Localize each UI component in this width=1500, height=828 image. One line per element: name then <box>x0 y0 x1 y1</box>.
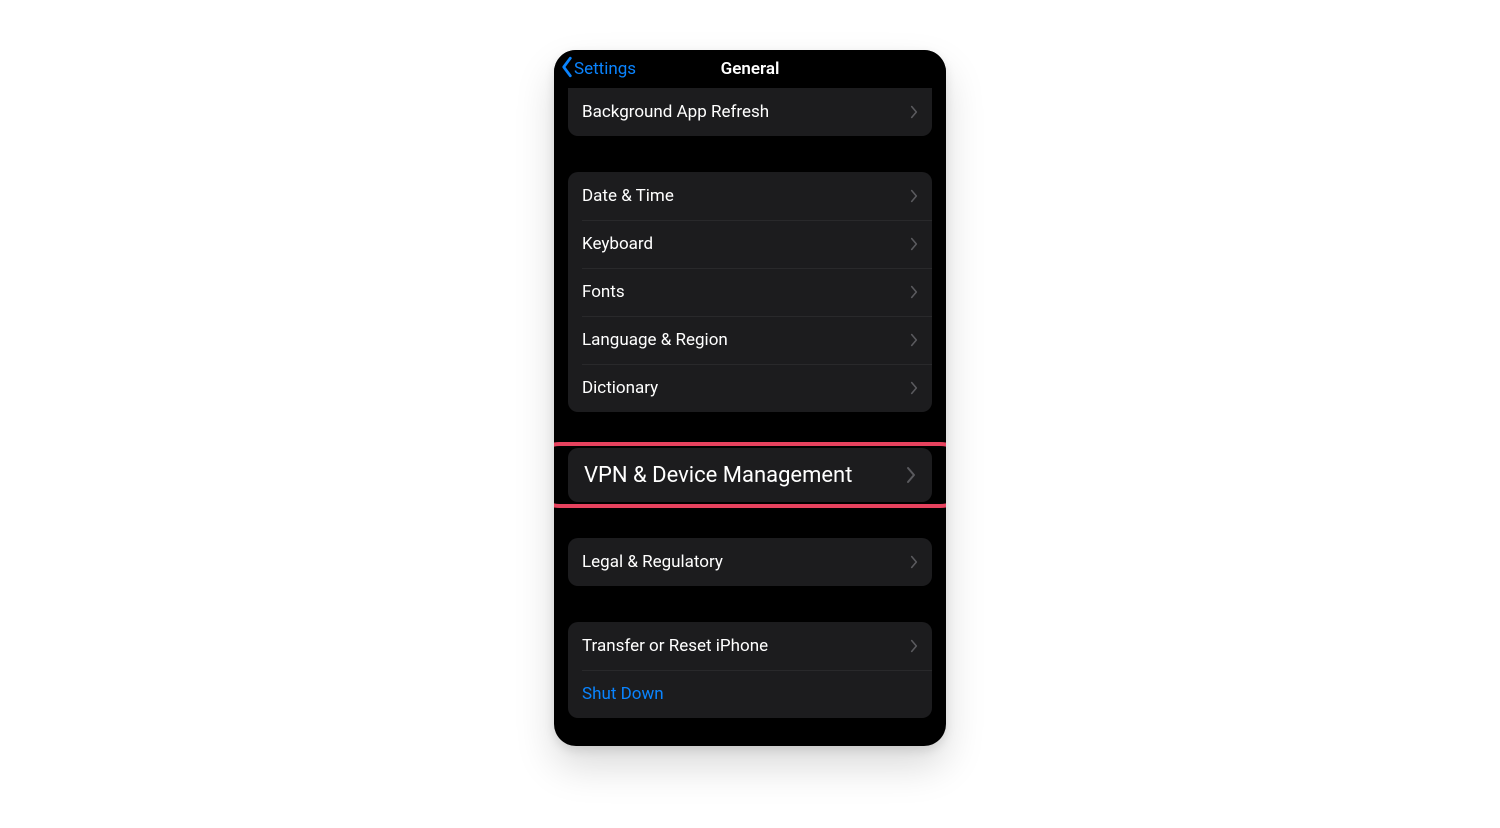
row-legal-regulatory[interactable]: Legal & Regulatory <box>568 538 932 586</box>
highlight-wrap: VPN & Device Management <box>568 448 932 502</box>
chevron-right-icon <box>910 285 918 299</box>
settings-group: Date & Time Keyboard Fonts Language & Regio… <box>568 172 932 412</box>
row-vpn-device-management[interactable]: VPN & Device Management <box>568 448 932 502</box>
chevron-right-icon <box>910 333 918 347</box>
row-dictionary[interactable]: Dictionary <box>568 364 932 412</box>
chevron-left-icon <box>560 56 574 83</box>
row-label: Language & Region <box>582 330 728 350</box>
phone-frame: Settings General Background App Refresh D… <box>554 50 946 746</box>
row-keyboard[interactable]: Keyboard <box>568 220 932 268</box>
settings-group: VPN & Device Management <box>568 448 932 502</box>
navbar: Settings General <box>554 50 946 88</box>
row-label: Legal & Regulatory <box>582 552 723 572</box>
back-button[interactable]: Settings <box>554 56 636 83</box>
content: Background App Refresh Date & Time Keyboar… <box>554 88 946 746</box>
row-shut-down[interactable]: Shut Down <box>568 670 932 718</box>
chevron-right-icon <box>910 105 918 119</box>
row-label: Shut Down <box>582 684 664 704</box>
chevron-right-icon <box>910 189 918 203</box>
chevron-right-icon <box>910 237 918 251</box>
row-transfer-reset[interactable]: Transfer or Reset iPhone <box>568 622 932 670</box>
back-label: Settings <box>574 59 636 79</box>
row-label: Background App Refresh <box>582 102 769 122</box>
settings-group: Legal & Regulatory <box>568 538 932 586</box>
settings-group: Background App Refresh <box>568 88 932 136</box>
row-language-region[interactable]: Language & Region <box>568 316 932 364</box>
chevron-right-icon <box>910 555 918 569</box>
chevron-right-icon <box>910 381 918 395</box>
row-fonts[interactable]: Fonts <box>568 268 932 316</box>
chevron-right-icon <box>910 639 918 653</box>
row-label: Transfer or Reset iPhone <box>582 636 768 656</box>
row-date-time[interactable]: Date & Time <box>568 172 932 220</box>
row-label: Date & Time <box>582 186 674 206</box>
settings-group: Transfer or Reset iPhone Shut Down <box>568 622 932 718</box>
row-background-app-refresh[interactable]: Background App Refresh <box>568 88 932 136</box>
row-label: VPN & Device Management <box>584 463 852 488</box>
row-label: Keyboard <box>582 234 653 254</box>
chevron-right-icon <box>906 466 916 484</box>
row-label: Fonts <box>582 282 625 302</box>
row-label: Dictionary <box>582 378 658 398</box>
